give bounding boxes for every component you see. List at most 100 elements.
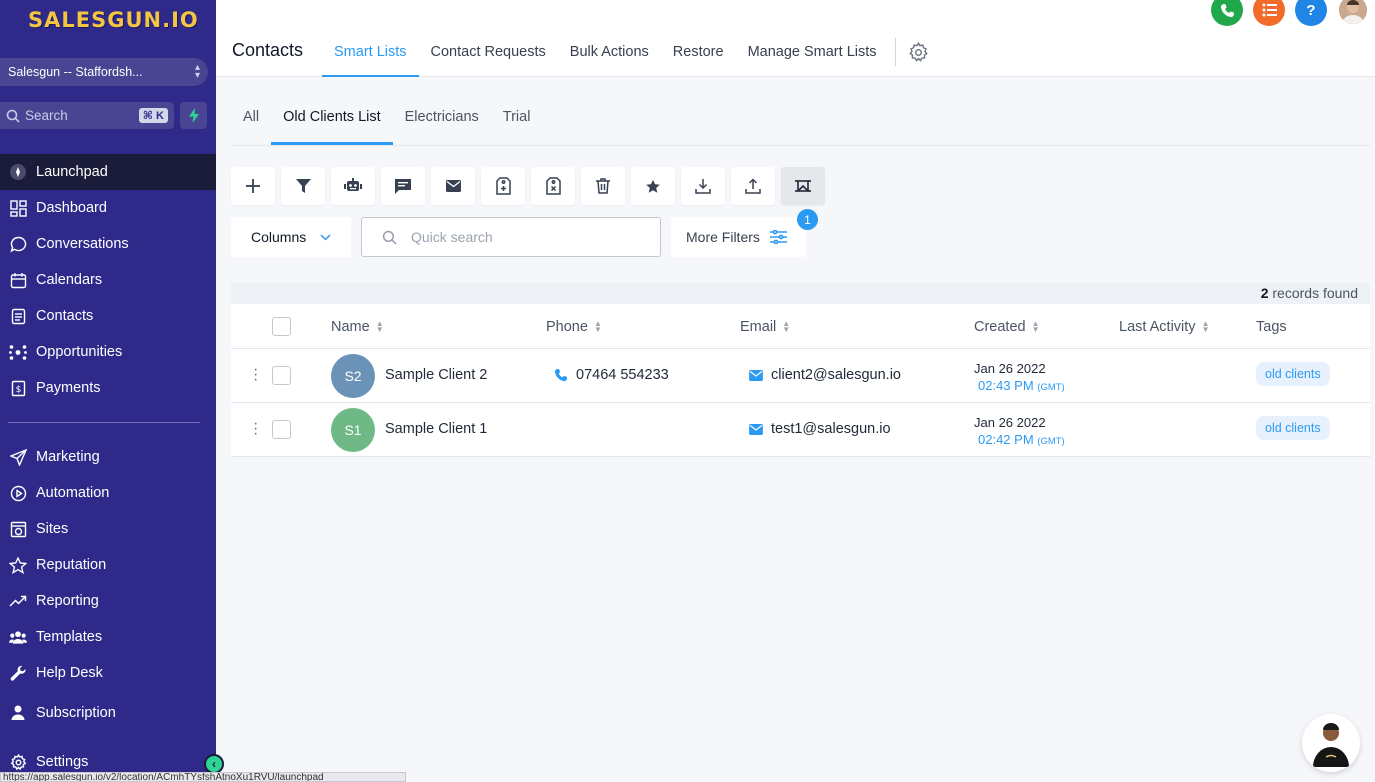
filter-button[interactable] — [281, 167, 325, 205]
sidebar-item-label: Conversations — [36, 236, 129, 252]
phone-icon — [554, 368, 568, 382]
sidebar-item-marketing[interactable]: Marketing — [0, 439, 216, 475]
tab-contact-requests[interactable]: Contact Requests — [419, 36, 558, 77]
import-button[interactable] — [731, 167, 775, 205]
select-all-checkbox[interactable] — [272, 317, 291, 336]
user-avatar[interactable] — [1337, 0, 1369, 26]
sidebar-item-reporting[interactable]: Reporting — [0, 583, 216, 619]
column-header-last-activity[interactable]: Last Activity ▲ ▼ — [1119, 319, 1209, 335]
records-count: 2 — [1260, 285, 1269, 301]
review-request-button[interactable] — [631, 167, 675, 205]
quick-search-input[interactable] — [411, 229, 631, 245]
phone-button[interactable] — [1211, 0, 1243, 26]
sidebar-item-conversations[interactable]: Conversations — [0, 226, 216, 262]
sidebar-item-label: Dashboard — [36, 200, 107, 216]
sidebar-item-label: Help Desk — [36, 665, 103, 681]
sidebar-item-opportunities[interactable]: Opportunities — [0, 334, 216, 370]
app-logo[interactable]: SALESGUN.IO — [28, 8, 199, 32]
settings-gear-button[interactable] — [908, 42, 929, 77]
row-menu-icon[interactable]: · · · — [253, 362, 258, 388]
tab-bulk-actions[interactable]: Bulk Actions — [558, 36, 661, 77]
support-chat-avatar[interactable] — [1302, 714, 1360, 772]
filter-count-badge: 1 — [797, 209, 818, 230]
tab-smart-lists[interactable]: Smart Lists — [322, 36, 419, 77]
sidebar-item-subscription[interactable]: Subscription — [0, 691, 216, 721]
column-header-phone[interactable]: Phone ▲ ▼ — [546, 319, 602, 335]
quick-actions-button[interactable] — [180, 102, 207, 129]
merge-button[interactable] — [781, 167, 825, 205]
tag-chip[interactable]: old clients — [1256, 362, 1330, 386]
sidebar-item-contacts[interactable]: Contacts — [0, 298, 216, 334]
more-filters-button[interactable]: More Filters — [671, 217, 806, 257]
send-sms-button[interactable] — [381, 167, 425, 205]
sidebar-item-sites[interactable]: Sites — [0, 511, 216, 547]
table-row[interactable]: · · · S1 Sample Client 1 test1@salesgun.io… — [231, 403, 1370, 457]
contact-name-link[interactable]: Sample Client 2 — [385, 367, 487, 383]
timezone-label: (GMT) — [1037, 436, 1065, 447]
created-time-value: 02:43 PM — [978, 378, 1034, 393]
sidebar-item-label: Templates — [36, 629, 103, 645]
envelope-icon — [445, 180, 461, 192]
column-label: Name — [331, 319, 370, 335]
columns-dropdown[interactable]: Columns — [231, 217, 351, 257]
chevron-updown-icon: ▴ ▾ — [194, 62, 200, 81]
remove-tag-button[interactable] — [531, 167, 575, 205]
created-time: 02:42 PM (GMT) — [974, 431, 1065, 450]
tab-manage-smart-lists[interactable]: Manage Smart Lists — [736, 36, 889, 77]
table-row[interactable]: · · · S2 Sample Client 2 07464 554233 clie… — [231, 349, 1370, 403]
timezone-label: (GMT) — [1037, 382, 1065, 393]
sidebar-item-payments[interactable]: $ Payments — [0, 370, 216, 406]
add-tag-icon — [495, 177, 511, 195]
subtab-trial[interactable]: Trial — [491, 100, 543, 145]
opportunities-icon — [9, 343, 27, 361]
tab-restore[interactable]: Restore — [661, 36, 736, 77]
sidebar-item-calendars[interactable]: Calendars — [0, 262, 216, 298]
subtab-electricians[interactable]: Electricians — [393, 100, 491, 145]
table-header: Name ▲ ▼ Phone ▲ ▼ Email ▲ ▼ Created ▲ ▼ Last Ac… — [231, 304, 1370, 349]
lightning-icon — [188, 108, 199, 123]
launchpad-icon — [9, 163, 27, 181]
subtab-all[interactable]: All — [231, 100, 271, 145]
row-checkbox[interactable] — [272, 366, 291, 385]
sidebar-item-help-desk[interactable]: Help Desk — [0, 655, 216, 691]
list-icon — [1262, 3, 1277, 17]
column-header-name[interactable]: Name ▲ ▼ — [331, 319, 384, 335]
column-header-email[interactable]: Email ▲ ▼ — [740, 319, 790, 335]
delete-button[interactable] — [581, 167, 625, 205]
contact-email[interactable]: client2@salesgun.io — [749, 367, 901, 383]
sidebar-item-label: Opportunities — [36, 344, 123, 360]
created-time: 02:43 PM (GMT) — [974, 377, 1065, 396]
contact-email[interactable]: test1@salesgun.io — [749, 421, 891, 437]
sidebar-item-automation[interactable]: Automation — [0, 475, 216, 511]
contact-phone[interactable]: 07464 554233 — [554, 367, 669, 383]
chevron-left-icon: ‹ — [212, 757, 216, 771]
tag-chip[interactable]: old clients — [1256, 416, 1330, 440]
account-switcher[interactable]: Salesgun -- Staffordsh... ▴ ▾ — [0, 58, 208, 86]
phone-value: 07464 554233 — [576, 367, 669, 383]
contact-name-link[interactable]: Sample Client 1 — [385, 421, 487, 437]
subtab-old-clients-list[interactable]: Old Clients List — [271, 100, 393, 145]
add-contact-button[interactable] — [231, 167, 275, 205]
send-email-button[interactable] — [431, 167, 475, 205]
export-button[interactable] — [681, 167, 725, 205]
add-tag-button[interactable] — [481, 167, 525, 205]
quick-search-field[interactable] — [361, 217, 661, 257]
column-label: Created — [974, 319, 1026, 335]
email-value: test1@salesgun.io — [771, 421, 891, 437]
add-to-workflow-button[interactable] — [331, 167, 375, 205]
row-checkbox[interactable] — [272, 420, 291, 439]
sidebar-item-dashboard[interactable]: Dashboard — [0, 190, 216, 226]
sidebar-item-label: Automation — [36, 485, 110, 501]
row-menu-icon[interactable]: · · · — [253, 416, 258, 442]
sidebar-item-launchpad[interactable]: Launchpad — [0, 154, 216, 190]
help-button[interactable]: ? — [1295, 0, 1327, 26]
smart-list-tabs: All Old Clients List Electricians Trial — [231, 100, 1370, 146]
sidebar-search[interactable]: Search ⌘ K — [0, 102, 174, 129]
sort-icon: ▲ ▼ — [1031, 319, 1040, 334]
column-header-created[interactable]: Created ▲ ▼ — [974, 319, 1040, 335]
sidebar-item-reputation[interactable]: Reputation — [0, 547, 216, 583]
sidebar-item-templates[interactable]: Templates — [0, 619, 216, 655]
tab-separator — [894, 38, 896, 66]
task-list-button[interactable] — [1253, 0, 1285, 26]
collapse-sidebar-button[interactable]: ‹ — [204, 754, 224, 774]
